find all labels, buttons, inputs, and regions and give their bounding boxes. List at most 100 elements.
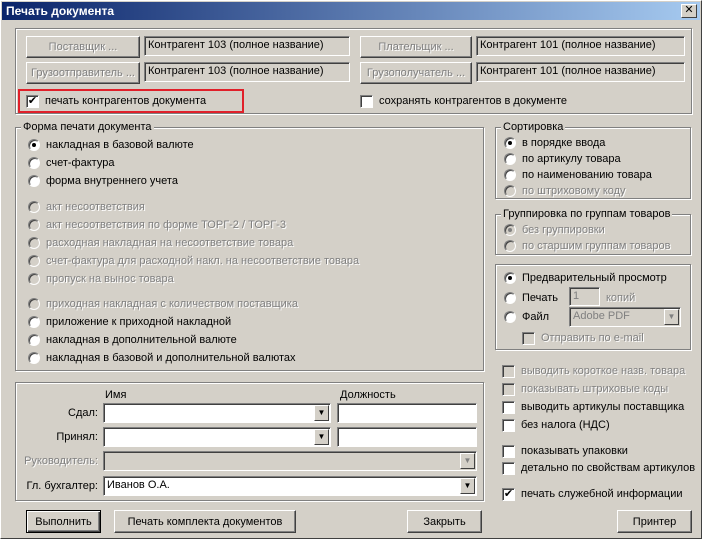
form-option-3[interactable]: форма внутреннего учета bbox=[28, 174, 178, 188]
option-label: детально по свойствам артикулов bbox=[521, 462, 696, 474]
head-label: Руководитель: bbox=[24, 455, 98, 467]
unchecked-box-icon bbox=[502, 461, 515, 475]
file-label: Файл bbox=[522, 311, 550, 323]
save-contractors-checkbox[interactable]: сохранять контрагентов в документе bbox=[360, 94, 567, 108]
file-radio[interactable]: Файл bbox=[504, 310, 549, 324]
print-contractors-checkbox[interactable]: ✔ печать контрагентов документа bbox=[26, 94, 206, 108]
radio-icon bbox=[504, 311, 516, 323]
form-option-label: накладная в базовой и дополнительной вал… bbox=[46, 352, 296, 364]
grouping-option-2[interactable]: по старшим группам товаров bbox=[504, 239, 670, 253]
chevron-down-icon[interactable]: ▼ bbox=[460, 478, 475, 494]
title-bar: Печать документа ✕ bbox=[2, 2, 700, 20]
received-name-select[interactable]: ▼ bbox=[103, 427, 331, 447]
close-icon[interactable]: ✕ bbox=[681, 4, 697, 18]
grouping-title: Группировка по группам товаров bbox=[501, 208, 673, 221]
chevron-down-icon[interactable]: ▼ bbox=[460, 453, 475, 469]
file-format-select[interactable]: Adobe PDF ▼ bbox=[569, 307, 681, 327]
form-option-label: форма внутреннего учета bbox=[46, 175, 178, 187]
option-label: печать служебной информации bbox=[521, 488, 683, 500]
form-option-label: приложение к приходной накладной bbox=[46, 316, 232, 328]
form-option-label: расходная накладная на несоответствие то… bbox=[46, 237, 294, 249]
option-label: показывать упаковки bbox=[521, 445, 628, 457]
send-email-checkbox[interactable]: Отправить по e-mail bbox=[522, 331, 644, 345]
option-no-tax[interactable]: без налога (НДС) bbox=[502, 418, 610, 432]
form-option-11[interactable]: накладная в дополнительной валюте bbox=[28, 333, 237, 347]
option-label: выводить артикулы поставщика bbox=[521, 401, 685, 413]
unchecked-box-icon bbox=[502, 418, 515, 432]
grouping-option-label: по старшим группам товаров bbox=[522, 240, 671, 252]
radio-icon bbox=[504, 153, 516, 165]
send-email-label: Отправить по e-mail bbox=[541, 332, 644, 344]
option-service-info[interactable]: ✔ печать служебной информации bbox=[502, 487, 683, 501]
form-option-label: приходная накладная с количеством постав… bbox=[46, 298, 298, 310]
copies-label: копий bbox=[606, 292, 636, 304]
form-option-7[interactable]: счет-фактура для расходной накл. на несо… bbox=[28, 254, 359, 268]
supplier-button[interactable]: Поставщик ... bbox=[26, 36, 140, 58]
chevron-down-icon[interactable]: ▼ bbox=[314, 429, 329, 445]
radio-checked-icon bbox=[504, 272, 516, 284]
chevron-down-icon[interactable]: ▼ bbox=[664, 309, 679, 325]
form-option-label: накладная в дополнительной валюте bbox=[46, 334, 237, 346]
form-option-8[interactable]: пропуск на вынос товара bbox=[28, 272, 174, 286]
save-contractors-label: сохранять контрагентов в документе bbox=[379, 95, 568, 107]
form-option-12[interactable]: накладная в базовой и дополнительной вал… bbox=[28, 351, 296, 365]
chief-accountant-label: Гл. бухгалтер: bbox=[26, 480, 98, 492]
radio-icon bbox=[28, 157, 40, 169]
received-position-input[interactable] bbox=[337, 427, 477, 447]
handed-name-select[interactable]: ▼ bbox=[103, 403, 331, 423]
print-form-title: Форма печати документа bbox=[21, 121, 154, 134]
window-title: Печать документа bbox=[6, 4, 115, 18]
form-option-10[interactable]: приложение к приходной накладной bbox=[28, 315, 231, 329]
form-option-9[interactable]: приходная накладная с количеством постав… bbox=[28, 297, 298, 311]
print-radio[interactable]: Печать bbox=[504, 291, 558, 305]
sort-option-4[interactable]: по штриховому коду bbox=[504, 184, 626, 198]
printer-button[interactable]: Принтер bbox=[617, 510, 692, 533]
shipper-button[interactable]: Грузоотправитель ... bbox=[26, 62, 140, 84]
grouping-option-1[interactable]: без группировки bbox=[504, 223, 605, 237]
head-select[interactable]: ▼ bbox=[103, 451, 477, 471]
radio-icon bbox=[504, 240, 516, 252]
execute-button[interactable]: Выполнить bbox=[26, 510, 101, 533]
received-label: Принял: bbox=[56, 431, 98, 443]
chief-accountant-select[interactable]: Иванов О.А. ▼ bbox=[103, 476, 477, 496]
form-option-5[interactable]: акт несоответствия по форме ТОРГ-2 / ТОР… bbox=[28, 218, 286, 232]
consignee-button[interactable]: Грузополучатель ... bbox=[360, 62, 472, 84]
radio-icon bbox=[504, 169, 516, 181]
sort-option-3[interactable]: по наименованию товара bbox=[504, 168, 652, 182]
form-option-4[interactable]: акт несоответствия bbox=[28, 200, 145, 214]
option-packages[interactable]: показывать упаковки bbox=[502, 444, 628, 458]
copies-input[interactable]: 1 bbox=[569, 287, 600, 306]
radio-icon bbox=[28, 334, 40, 346]
radio-icon bbox=[28, 219, 40, 231]
form-option-2[interactable]: счет-фактура bbox=[28, 156, 114, 170]
print-set-button[interactable]: Печать комплекта документов bbox=[114, 510, 296, 533]
preview-radio[interactable]: Предварительный просмотр bbox=[504, 271, 667, 285]
radio-icon bbox=[504, 292, 516, 304]
radio-icon bbox=[28, 316, 40, 328]
form-option-label: счет-фактура bbox=[46, 157, 115, 169]
payer-button[interactable]: Плательщик ... bbox=[360, 36, 472, 58]
sort-option-1[interactable]: в порядке ввода bbox=[504, 136, 605, 150]
col-position-header: Должность bbox=[340, 389, 396, 401]
handed-position-input[interactable] bbox=[337, 403, 477, 423]
option-short-name[interactable]: выводить короткое назв. товара bbox=[502, 364, 685, 378]
option-by-properties[interactable]: детально по свойствам артикулов bbox=[502, 461, 695, 475]
handed-label: Сдал: bbox=[68, 407, 98, 419]
radio-icon bbox=[28, 298, 40, 310]
chevron-down-icon[interactable]: ▼ bbox=[314, 405, 329, 421]
sort-option-label: в порядке ввода bbox=[522, 137, 606, 149]
col-name-header: Имя bbox=[105, 389, 127, 401]
chief-accountant-value: Иванов О.А. bbox=[107, 479, 170, 491]
radio-icon bbox=[28, 201, 40, 213]
option-supplier-articles[interactable]: выводить артикулы поставщика bbox=[502, 400, 684, 414]
supplier-field: Контрагент 103 (полное название) bbox=[144, 36, 350, 56]
option-label: показывать штриховые коды bbox=[521, 383, 669, 395]
close-button[interactable]: Закрыть bbox=[407, 510, 482, 533]
option-barcodes[interactable]: показывать штриховые коды bbox=[502, 382, 668, 396]
form-option-6[interactable]: расходная накладная на несоответствие то… bbox=[28, 236, 293, 250]
print-contractors-label: печать контрагентов документа bbox=[45, 95, 207, 107]
unchecked-box-icon bbox=[502, 382, 515, 396]
form-option-1[interactable]: накладная в базовой валюте bbox=[28, 138, 194, 152]
sort-option-2[interactable]: по артикулу товара bbox=[504, 152, 621, 166]
print-label: Печать bbox=[522, 292, 559, 304]
